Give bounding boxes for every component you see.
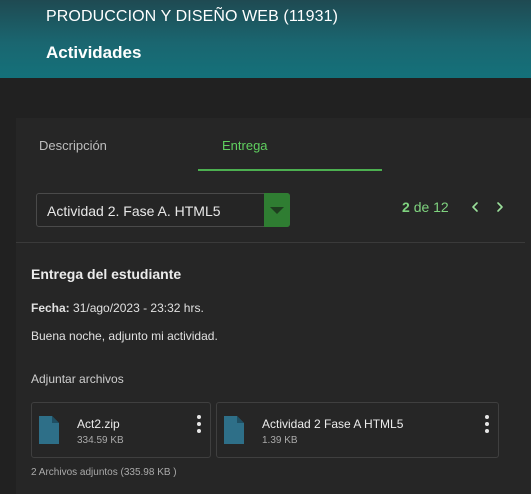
caret-down-icon [270,207,284,214]
activity-select[interactable]: Actividad 2. Fase A. HTML5 [36,193,290,227]
more-options-icon[interactable] [194,415,204,435]
file-icon [39,416,59,444]
submission-date: Fecha: 31/ago/2023 - 23:32 hrs. [31,301,204,315]
attachments-summary: 2 Archivos adjuntos (335.98 KB ) [31,467,177,478]
attachment-card[interactable]: Actividad 2 Fase A HTML5 1.39 KB [216,402,499,458]
date-label: Fecha: [31,301,70,315]
course-title: PRODUCCION Y DISEÑO WEB (11931) [46,8,339,25]
tab-descripcion[interactable]: Descripción [39,118,107,170]
more-options-icon[interactable] [482,415,492,435]
attachment-card[interactable]: Act2.zip 334.59 KB [31,402,211,458]
submission-message: Buena noche, adjunto mi actividad. [31,329,218,343]
active-tab-indicator [198,169,382,171]
attachment-name: Actividad 2 Fase A HTML5 [262,417,404,431]
file-icon [224,416,244,444]
attach-files-label: Adjuntar archivos [31,372,124,386]
dropdown-button[interactable] [264,193,290,227]
chevron-left-icon[interactable] [466,198,484,216]
submission-title: Entrega del estudiante [31,266,182,282]
activity-select-value: Actividad 2. Fase A. HTML5 [47,203,221,219]
tab-entrega-label: Entrega [222,138,268,153]
pager-text: 2 de 12 [402,199,449,215]
chevron-right-icon[interactable] [491,198,509,216]
attachment-size: 334.59 KB [77,435,124,446]
tab-bar: Descripción Entrega [16,118,531,172]
page-title: Actividades [46,43,142,62]
course-header: PRODUCCION Y DISEÑO WEB (11931) Activida… [0,0,531,78]
divider [16,242,525,243]
pager-current: 2 [402,199,410,215]
attachment-size: 1.39 KB [262,435,298,446]
tab-entrega[interactable]: Entrega [198,118,382,170]
date-value: 31/ago/2023 - 23:32 hrs. [69,301,204,315]
pager-total: de 12 [413,199,449,215]
attachment-name: Act2.zip [77,417,120,431]
activity-card: Descripción Entrega Actividad 2. Fase A.… [16,118,531,494]
